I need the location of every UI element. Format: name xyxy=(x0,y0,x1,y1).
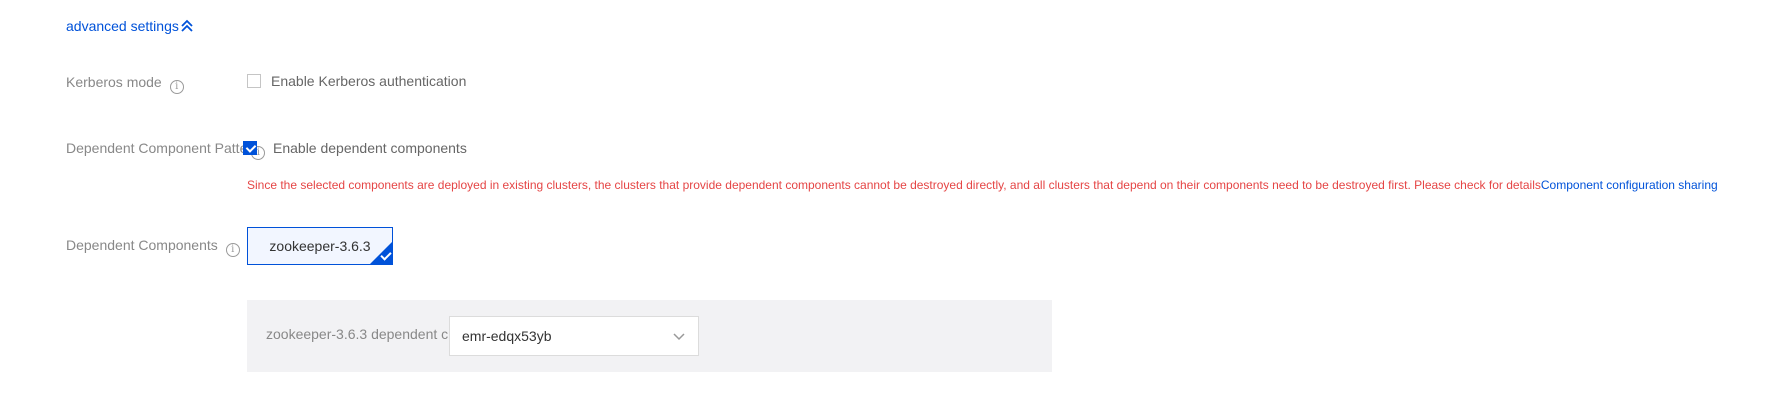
kerberos-mode-label: Kerberos mode i xyxy=(66,74,184,94)
chevron-down-icon xyxy=(673,333,685,341)
kerberos-checkbox-row[interactable]: Enable Kerberos authentication xyxy=(247,73,466,89)
dependency-panel-label: zookeeper-3.6.3 dependent c xyxy=(266,326,449,342)
dependent-checkbox[interactable] xyxy=(243,141,257,155)
dependent-pattern-text: Dependent Component Patte xyxy=(66,140,248,156)
kerberos-checkbox[interactable] xyxy=(247,74,261,88)
component-tile-label: zookeeper-3.6.3 xyxy=(269,238,371,254)
cluster-select[interactable]: emr-edqx53yb xyxy=(449,316,699,356)
cluster-select-value: emr-edqx53yb xyxy=(462,328,552,344)
dependent-checkbox-row[interactable]: Enable dependent components xyxy=(243,140,467,156)
dependency-warning: Since the selected components are deploy… xyxy=(247,178,1718,192)
dependent-pattern-label: Dependent Component Patte i xyxy=(66,140,266,160)
dependency-panel: zookeeper-3.6.3 dependent c emr-edqx53yb xyxy=(247,300,1052,372)
dependent-checkbox-label: Enable dependent components xyxy=(273,140,467,156)
advanced-settings-toggle[interactable]: advanced settings xyxy=(66,18,194,34)
dependent-components-text: Dependent Components xyxy=(66,237,218,253)
info-icon[interactable]: i xyxy=(225,243,240,257)
advanced-settings-page: advanced settings Kerberos mode i Enable … xyxy=(0,0,1765,407)
double-chevron-up-icon xyxy=(181,19,193,32)
warning-text: Since the selected components are deploy… xyxy=(247,178,1541,192)
advanced-settings-label: advanced settings xyxy=(66,18,179,34)
component-tile-zookeeper[interactable]: zookeeper-3.6.3 xyxy=(247,227,393,265)
info-icon[interactable]: i xyxy=(169,80,184,94)
kerberos-checkbox-label: Enable Kerberos authentication xyxy=(271,73,467,89)
kerberos-mode-text: Kerberos mode xyxy=(66,74,162,90)
component-sharing-link[interactable]: Component configuration sharing xyxy=(1541,178,1718,192)
dependent-components-label: Dependent Components i xyxy=(66,237,240,257)
